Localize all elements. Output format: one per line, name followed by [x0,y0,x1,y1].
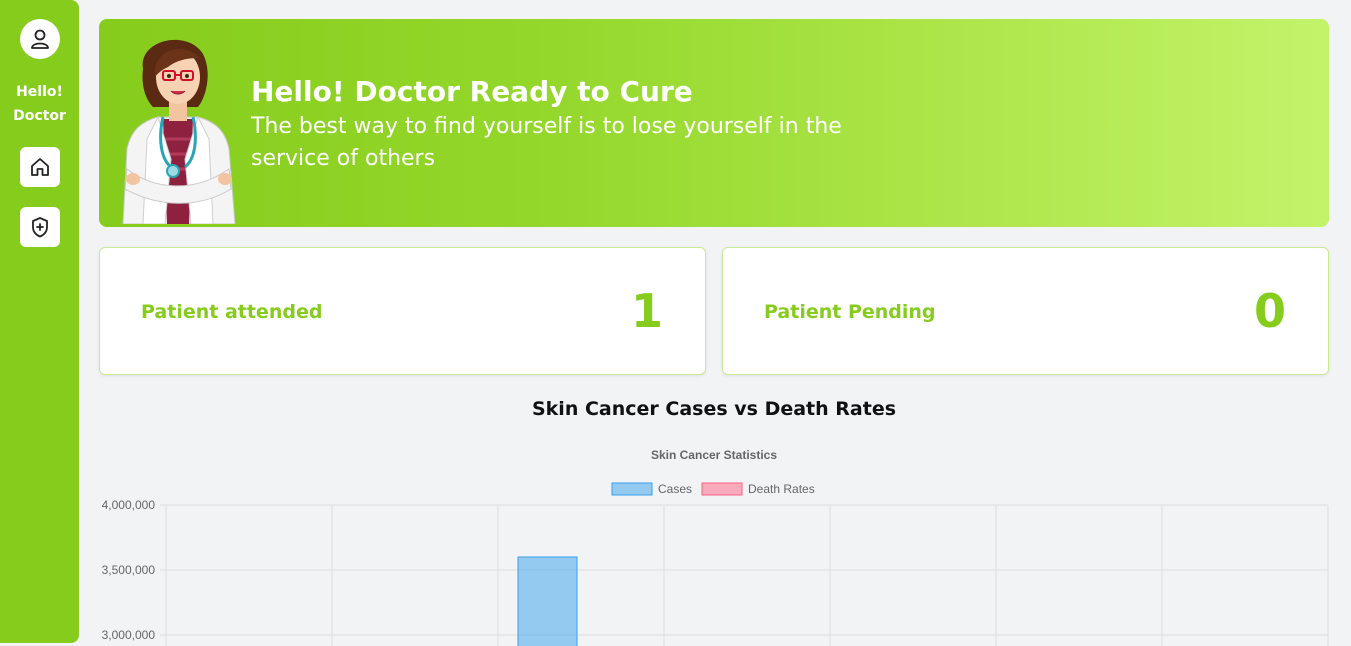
home-icon [31,158,49,176]
y-tick-label: 3,000,000 [102,628,156,642]
legend-swatch-1 [611,482,653,496]
patient-pending-card: Patient Pending 0 [722,247,1329,375]
nav-home-button[interactable] [20,147,60,187]
patient-attended-value: 1 [630,284,663,338]
greeting-line-1: Hello! [16,84,63,100]
y-tick-label: 4,000,000 [102,498,156,512]
banner-title: Hello! Doctor Ready to Cure [251,75,693,108]
patient-attended-label: Patient attended [141,301,323,323]
skin-cancer-chart: Skin Cancer Statistics Cases Death Rates 4,… [102,448,1329,646]
user-avatar[interactable] [20,19,60,59]
shield-plus-icon [32,217,48,238]
patient-attended-card: Patient attended 1 [99,247,706,375]
chart-title: Skin Cancer Statistics [651,448,777,462]
y-tick-label: 3,500,000 [102,563,156,577]
legend-label-1: Cases [658,482,692,496]
bar-cases-3 [517,556,578,646]
banner-quote: The best way to find yourself is to lose… [251,114,842,171]
chart-heading: Skin Cancer Cases vs Death Rates [531,398,897,420]
nav-health-button[interactable] [20,207,60,247]
doctor-illustration [122,39,236,224]
welcome-banner: Hello! Doctor Ready to Cure The best way… [99,19,1329,227]
patient-pending-label: Patient Pending [764,301,936,323]
greeting: Hello! Doctor [0,80,79,128]
patient-pending-value: 0 [1253,284,1286,338]
legend-label-2: Death Rates [748,482,815,496]
legend-swatch-2 [701,482,743,496]
greeting-line-2: Doctor [13,108,66,124]
user-icon [31,29,49,49]
